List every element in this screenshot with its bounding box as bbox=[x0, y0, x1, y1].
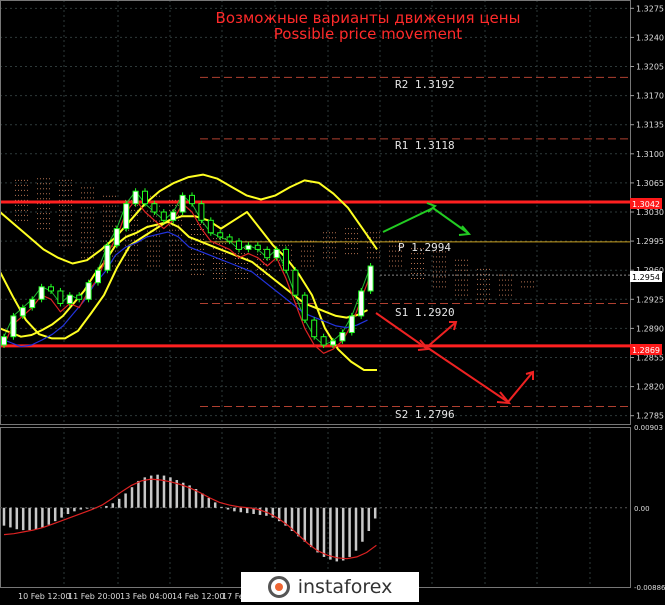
candle-body bbox=[273, 248, 280, 259]
price-tick-label: 1.3170 bbox=[636, 92, 664, 101]
resistance-price-tag-text: 1.3042 bbox=[632, 200, 660, 209]
r2-label: R2 1.3192 bbox=[395, 78, 455, 91]
macd-tick-label: -0.00886 bbox=[634, 584, 665, 592]
time-tick-label: 14 Feb 12:00 bbox=[172, 592, 224, 601]
time-tick-label: 13 Feb 04:00 bbox=[120, 592, 172, 601]
candle-body bbox=[160, 211, 167, 221]
candle-body bbox=[207, 219, 214, 234]
candle-body bbox=[330, 340, 336, 346]
candle-body bbox=[367, 265, 374, 292]
instaforex-watermark: instaforex bbox=[241, 572, 419, 602]
candle-body bbox=[10, 315, 17, 338]
candle-body bbox=[292, 269, 299, 296]
candle-body bbox=[95, 269, 101, 284]
price-tick-label: 1.3275 bbox=[636, 4, 664, 13]
candle-body bbox=[104, 244, 111, 271]
candle-body bbox=[217, 232, 224, 238]
chart-screenshot: 1.3275 1.3240 1.3205 1.3170 1.3135 1.3100 1.30… bbox=[0, 0, 665, 605]
candle-body bbox=[311, 319, 318, 338]
price-tick-label: 1.3135 bbox=[636, 121, 664, 130]
s2-label: S2 1.2796 bbox=[395, 408, 455, 421]
candle-body bbox=[348, 315, 355, 334]
price-tick-label: 1.3100 bbox=[636, 150, 664, 159]
candle-body bbox=[66, 294, 73, 304]
candle-body bbox=[1, 336, 7, 346]
instaforex-logo-icon bbox=[267, 576, 290, 598]
macd-tick-label: 0.00903 bbox=[634, 424, 663, 432]
candle-body bbox=[264, 248, 271, 259]
candle-body bbox=[57, 290, 64, 304]
candle-body bbox=[189, 194, 195, 205]
s1-label: S1 1.2920 bbox=[395, 306, 455, 319]
candle-body bbox=[320, 336, 327, 346]
candle-body bbox=[76, 294, 83, 300]
price-tick-label: 1.3240 bbox=[636, 33, 664, 42]
price-tick-label: 1.3030 bbox=[636, 208, 664, 217]
price-tick-label: 1.2890 bbox=[636, 324, 664, 333]
p-label: P 1.2994 bbox=[398, 241, 451, 254]
candle-body bbox=[132, 190, 139, 205]
price-tick-label: 1.2820 bbox=[636, 383, 664, 392]
candle-body bbox=[123, 203, 130, 230]
support-price-tag-text: 1.2869 bbox=[632, 346, 660, 355]
price-tick-label: 1.3065 bbox=[636, 179, 664, 188]
candle-body bbox=[254, 244, 261, 250]
watermark-text: instaforex bbox=[297, 576, 393, 598]
candle-body bbox=[151, 203, 158, 213]
candle-body bbox=[226, 236, 233, 242]
chart-title-en: Possible price movement bbox=[274, 25, 463, 43]
time-tick-label: 10 Feb 12:00 bbox=[18, 592, 70, 601]
candle-body bbox=[358, 290, 365, 317]
price-chart: 1.3275 1.3240 1.3205 1.3170 1.3135 1.3100 1.30… bbox=[0, 0, 665, 605]
price-tick-label: 1.2785 bbox=[636, 412, 664, 421]
candle-body bbox=[142, 190, 148, 205]
candle-body bbox=[245, 244, 252, 250]
candle-body bbox=[198, 203, 205, 221]
candle-body bbox=[339, 332, 346, 342]
candle-body bbox=[85, 282, 92, 300]
candle-body bbox=[170, 211, 177, 221]
time-tick-label: 11 Feb 20:00 bbox=[68, 592, 120, 601]
candle-body bbox=[38, 286, 45, 300]
candle-body bbox=[179, 194, 186, 213]
candle-body bbox=[301, 294, 308, 321]
price-tick-label: 1.3205 bbox=[636, 63, 664, 72]
candle-body bbox=[19, 307, 26, 317]
macd-tick-label: 0.00 bbox=[634, 505, 650, 513]
candle-body bbox=[113, 228, 120, 246]
candle-body bbox=[283, 248, 289, 271]
candle-body bbox=[236, 240, 242, 250]
r1-label: R1 1.3118 bbox=[395, 139, 455, 152]
price-tick-label: 1.2925 bbox=[636, 295, 664, 304]
current-price-tag-text: 1.2954 bbox=[632, 273, 660, 282]
price-tick-label: 1.2995 bbox=[636, 237, 664, 246]
candle-body bbox=[29, 298, 36, 309]
candle-body bbox=[48, 286, 54, 292]
